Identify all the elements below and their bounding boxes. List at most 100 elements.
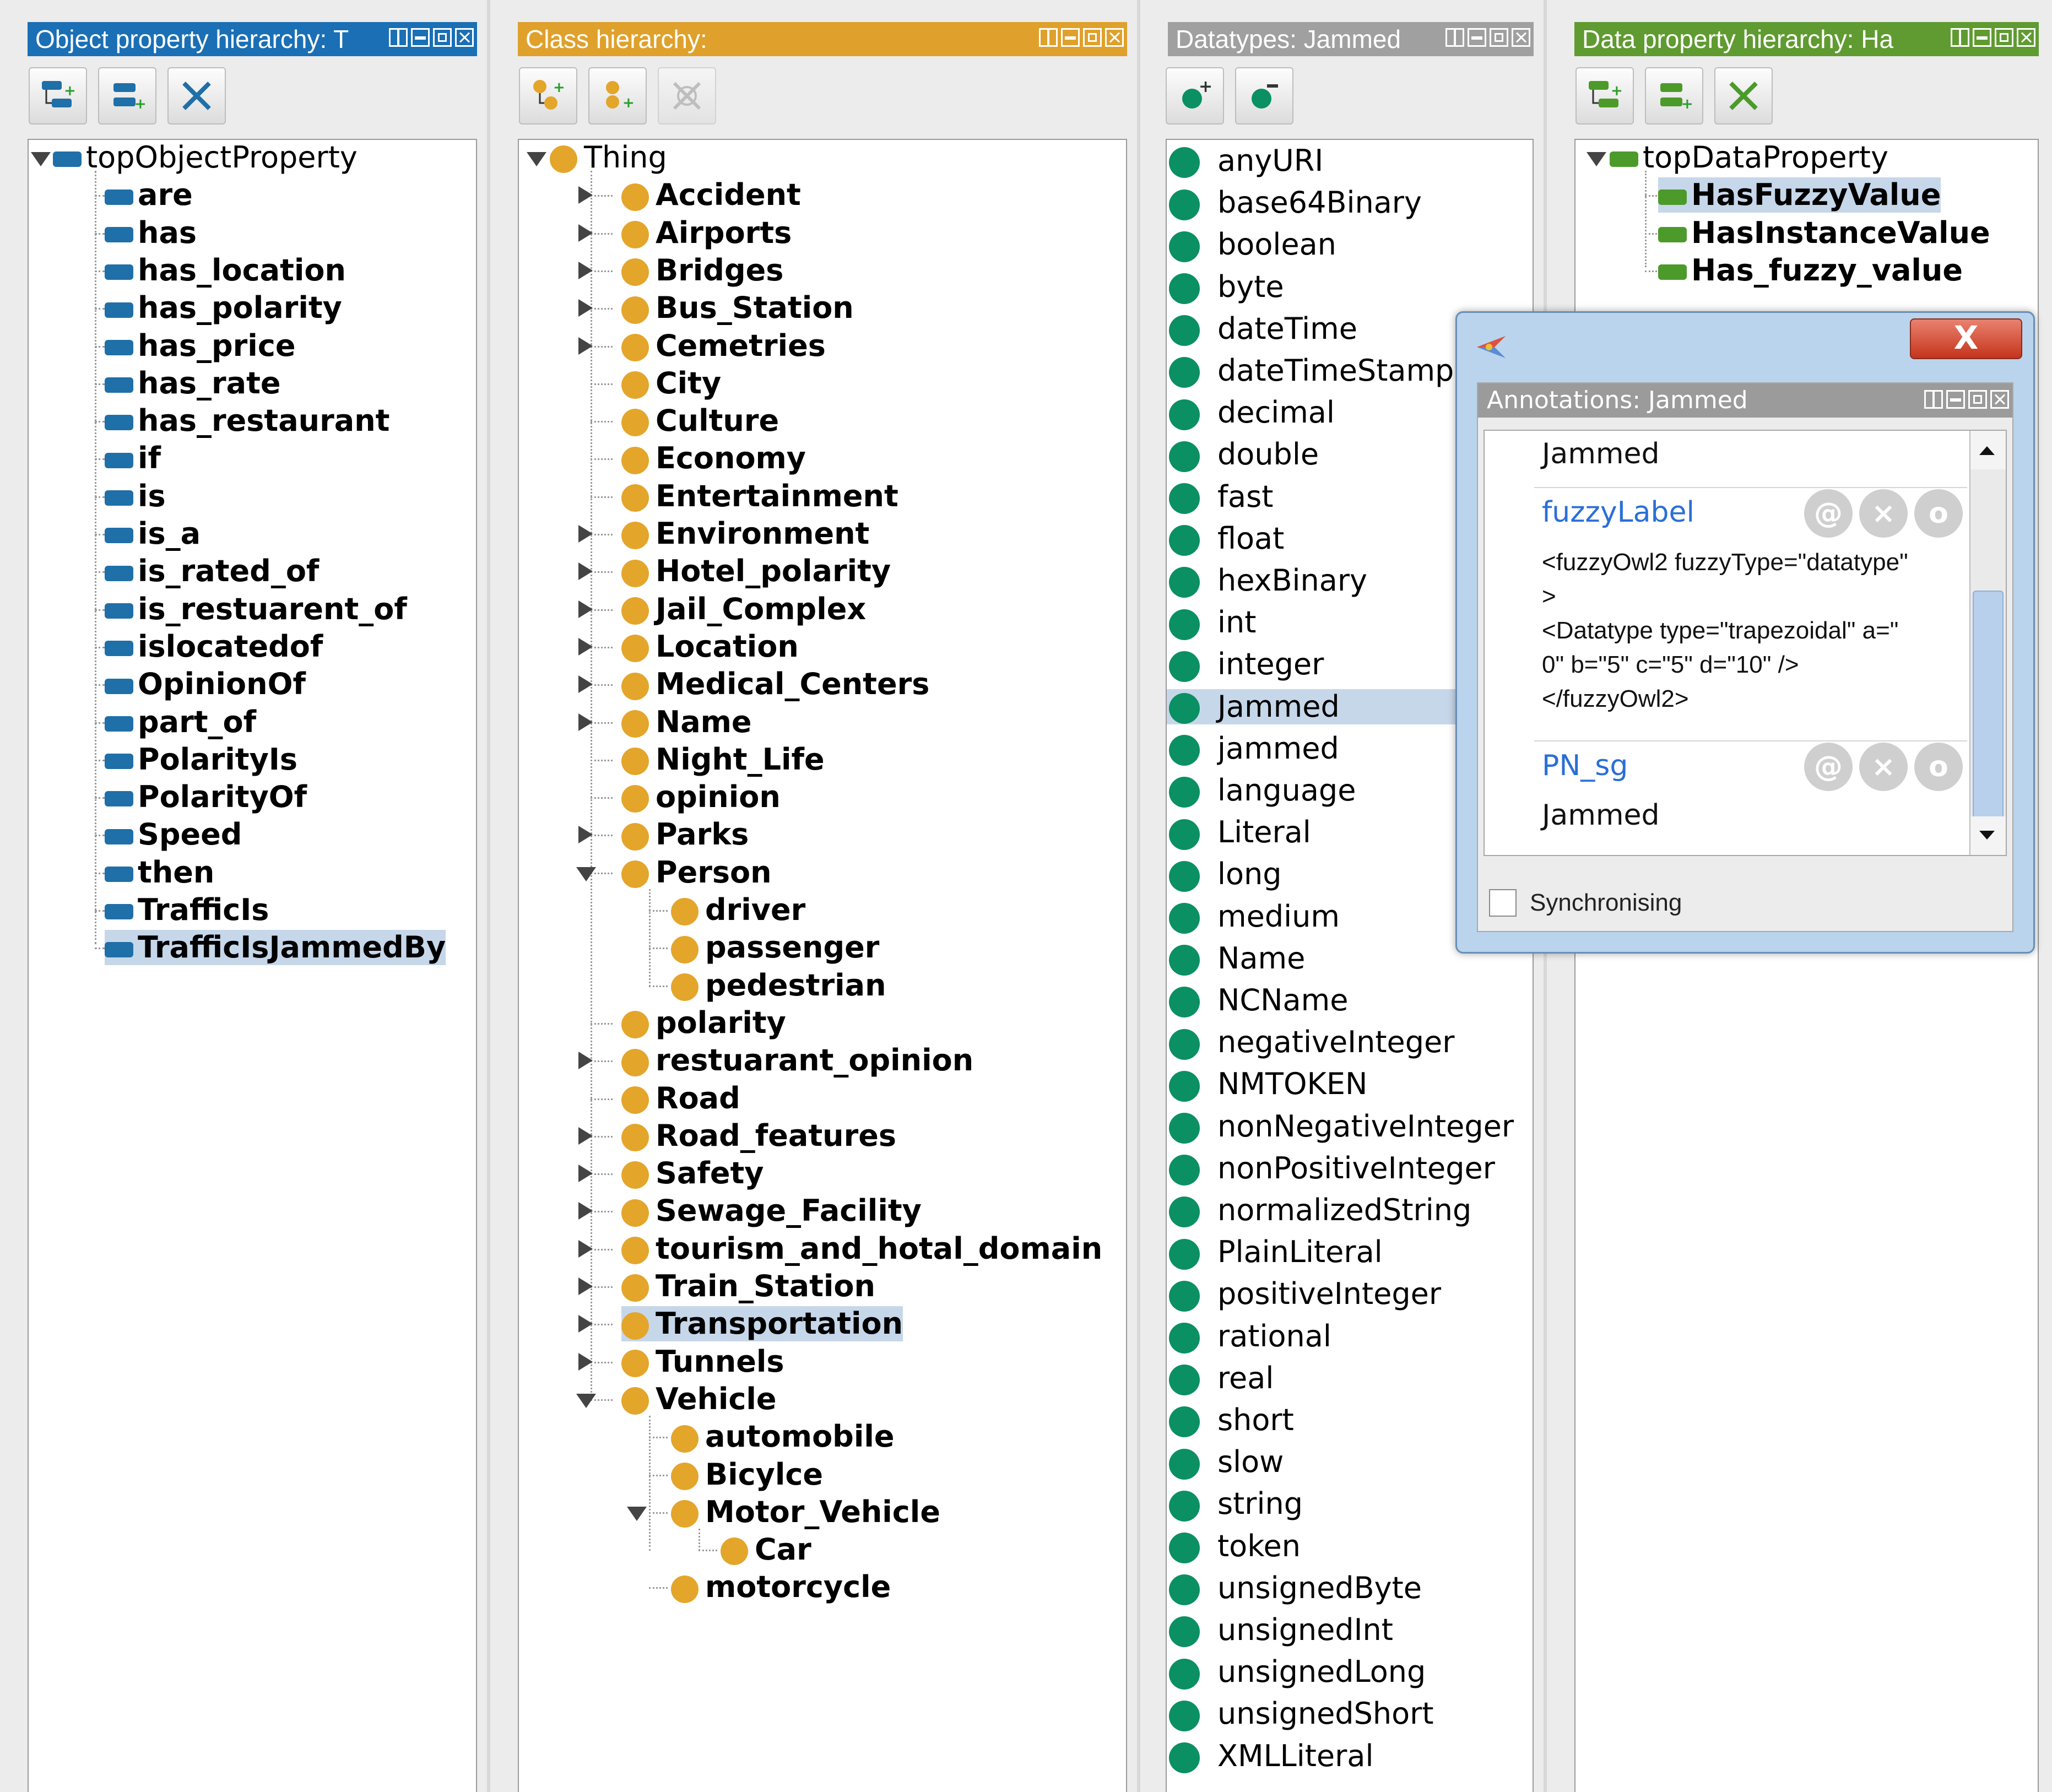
expand-arrow-icon[interactable] [578,826,593,844]
tree-item[interactable]: motorcycle [671,1569,891,1605]
annotation-delete-icon[interactable]: × [1859,489,1908,538]
expand-arrow-icon[interactable] [578,562,593,581]
tree-item[interactable]: Person [621,855,772,890]
tree-item[interactable]: has [105,215,197,251]
tree-item[interactable]: Sewage_Facility [621,1193,922,1228]
tree-item[interactable]: TrafficIsJammedBy [105,930,446,966]
tree-item[interactable]: part_of [105,705,256,740]
tree-item[interactable]: tourism_and_hotal_domain [621,1231,1102,1266]
tree-item[interactable]: Bridges [621,253,783,288]
split-view-icon[interactable] [389,28,408,47]
tree-item[interactable]: Cemetries [621,328,826,364]
close-icon[interactable] [1990,390,2009,409]
scroll-up-arrow-icon[interactable] [1970,431,2006,469]
tree-item[interactable]: NMTOKEN [1169,1066,1367,1102]
tree-item[interactable]: positiveInteger [1169,1276,1441,1312]
tree-item[interactable]: string [1169,1486,1303,1522]
add-sibling-property-button[interactable]: + [98,67,156,124]
tree-item[interactable]: driver [671,892,805,928]
tree-item[interactable]: if [105,441,161,476]
expand-arrow-icon[interactable] [578,525,593,543]
tree-item[interactable]: PolarityOf [105,779,307,815]
collapse-arrow-icon[interactable] [1587,152,1606,166]
split-view-icon[interactable] [1039,28,1058,47]
tree-item[interactable]: language [1169,773,1356,808]
expand-arrow-icon[interactable] [578,1239,593,1258]
add-datatype-button[interactable]: + [1166,67,1224,124]
annotation-property-fuzzylabel[interactable]: fuzzyLabel [1542,496,1694,529]
add-sub-property-button[interactable]: + [29,67,87,124]
tree-item[interactable]: slow [1169,1444,1284,1480]
tree-item[interactable]: has_restaurant [105,403,389,438]
tree-item[interactable]: nonPositiveInteger [1169,1151,1495,1186]
tree-item[interactable]: negativeInteger [1169,1025,1454,1060]
maximize-icon[interactable] [1995,28,2013,47]
tree-item[interactable]: Culture [621,403,779,438]
maximize-icon[interactable] [1083,28,1102,47]
tree-item[interactable]: is [105,479,166,514]
tree-item[interactable]: has_location [105,253,346,288]
minimize-icon[interactable] [411,28,430,47]
maximize-icon[interactable] [1490,28,1508,47]
tree-item[interactable]: Road [621,1081,740,1116]
scroll-thumb[interactable] [1973,591,2004,824]
tree-item[interactable]: Medical_Centers [621,667,929,702]
annotation-language-icon[interactable]: @ [1804,743,1853,791]
add-sibling-class-button[interactable]: + [588,67,647,124]
tree-item[interactable]: OpinionOf [105,667,306,702]
expand-arrow-icon[interactable] [578,1052,593,1070]
tree-item[interactable]: Environment [621,516,869,551]
tree-item[interactable]: then [105,855,214,890]
add-sub-data-property-button[interactable]: + [1575,67,1634,124]
tree-item[interactable]: Location [621,629,799,664]
tree-item[interactable]: islocatedof [105,629,323,664]
split-view-icon[interactable] [1924,390,1943,409]
tree-item[interactable]: unsignedByte [1169,1571,1422,1606]
tree-item[interactable]: Literal [1169,815,1311,850]
tree-item[interactable]: Hotel_polarity [621,554,891,589]
tree-item[interactable]: City [621,366,721,401]
tree-item[interactable]: unsignedLong [1169,1654,1426,1690]
tree-item[interactable]: double [1169,437,1319,472]
tree-item[interactable]: XMLLiteral [1169,1739,1373,1774]
tree-item[interactable]: has_polarity [105,290,342,326]
tree-item[interactable]: short [1169,1403,1294,1438]
tree-item[interactable]: restuarant_opinion [621,1043,973,1078]
tree-item[interactable]: TrafficIs [105,892,269,928]
tree-item[interactable]: rational [1169,1319,1331,1354]
annotation-edit-icon[interactable]: o [1914,743,1963,791]
tree-item[interactable]: Bicylce [671,1457,823,1492]
split-view-icon[interactable] [1445,28,1464,47]
annotation-language-icon[interactable]: @ [1804,489,1853,538]
expand-arrow-icon[interactable] [578,1127,593,1145]
tree-item[interactable]: polarity [621,1005,786,1041]
tree-item[interactable]: HasFuzzyValue [1658,177,1941,213]
delete-datatype-button[interactable] [1235,67,1293,124]
delete-data-property-button[interactable] [1714,67,1773,124]
tree-item[interactable]: Transportation [621,1306,903,1342]
tree-item[interactable]: Road_features [621,1118,896,1154]
tree-item[interactable]: fast [1169,479,1273,515]
expand-arrow-icon[interactable] [578,1165,593,1183]
synchronising-toggle[interactable]: Synchronising [1489,889,1682,917]
expand-arrow-icon[interactable] [578,186,593,204]
tree-item[interactable]: long [1169,857,1282,892]
tree-item[interactable]: Name [1169,941,1305,976]
close-icon[interactable] [1512,28,1530,47]
collapse-arrow-icon[interactable] [576,1393,596,1408]
collapse-arrow-icon[interactable] [31,152,51,166]
expand-arrow-icon[interactable] [578,600,593,618]
tree-item[interactable]: topDataProperty [1610,140,1888,175]
tree-item[interactable]: anyURI [1169,143,1323,178]
tree-item[interactable]: PlainLiteral [1169,1235,1383,1270]
annotations-scrollbar[interactable] [1969,431,2006,855]
tree-item[interactable]: Motor_Vehicle [671,1495,940,1530]
expand-arrow-icon[interactable] [578,637,593,656]
annotation-property-pn-sg[interactable]: PN_sg [1542,749,1628,782]
tree-item[interactable]: PolarityIs [105,742,297,777]
annotation-delete-icon[interactable]: × [1859,743,1908,791]
tree-item[interactable]: float [1169,521,1284,556]
close-icon[interactable] [2017,28,2035,47]
tree-item[interactable]: opinion [621,779,781,815]
tree-item[interactable]: Train_Station [621,1269,875,1304]
